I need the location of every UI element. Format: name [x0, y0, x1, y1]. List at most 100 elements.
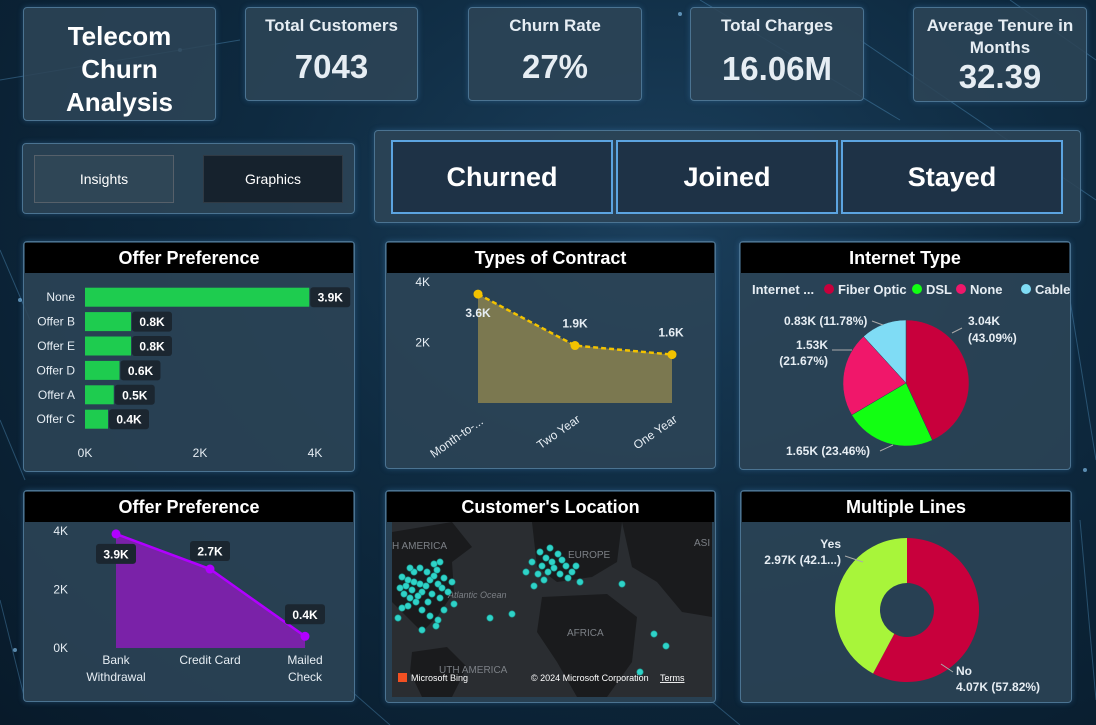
slice-label: 0.83K (11.78%) [784, 314, 867, 328]
customer-location-panel: Customer's Location H AMERICA EUROPE Atlan… [385, 490, 716, 703]
bar [85, 409, 108, 429]
customer-location-dot [406, 594, 414, 602]
customer-location-dot [394, 614, 402, 622]
kpi-value: 16.06M [721, 50, 833, 87]
y-tick-label: 2K [415, 336, 430, 350]
customer-location-dot [404, 602, 412, 610]
bar-category-label: Offer A [38, 388, 75, 402]
customer-location-dot [406, 564, 414, 572]
dashboard-title: Telecom Churn Analysis [24, 20, 215, 119]
data-point [205, 564, 215, 574]
customer-location-dot [398, 604, 406, 612]
data-label: 1.9K [562, 317, 588, 331]
customer-location-dot [402, 582, 410, 590]
customer-location-dot [530, 582, 538, 590]
offer-preference-bar-chart: None 3.9K Offer B 0.8K Offer E 0.8K Offer D 0.6… [37, 287, 351, 460]
customer-location-dot [440, 574, 448, 582]
customer-location-dot [424, 598, 432, 606]
customer-location-dot [662, 642, 670, 650]
customer-location-dot [568, 568, 576, 576]
bar-category-label: Offer D [37, 363, 76, 377]
x-category-label: Mailed [287, 653, 322, 667]
panel-title: Offer Preference [25, 492, 353, 522]
customer-location-dot [448, 578, 456, 586]
customer-location-dot [548, 558, 556, 566]
kpi-total-charges: Total Charges 16.06M [690, 7, 864, 101]
bar [85, 385, 114, 405]
stayed-button[interactable]: Stayed [841, 140, 1063, 214]
slice-label: 1.53K [796, 338, 828, 352]
customer-location-dot [396, 584, 404, 592]
customer-location-dot [576, 578, 584, 586]
customer-location-dot [422, 582, 430, 590]
data-point [111, 529, 121, 539]
customer-location-dot [398, 573, 406, 581]
offer-preference-bar-panel: Offer Preference None 3.9K Offer B 0.8K Offe… [23, 241, 355, 472]
y-tick-label: 4K [53, 524, 68, 538]
legend-swatch [956, 284, 966, 294]
insights-button[interactable]: Insights [34, 155, 174, 203]
legend-title: Internet ... [752, 282, 814, 297]
data-label: 1.6K [658, 326, 684, 340]
multiple-lines-panel: Multiple Lines Yes 2.97K (42.1...) No 4.07K… [740, 490, 1072, 703]
x-category-label: Withdrawal [86, 670, 145, 684]
data-point [473, 289, 483, 299]
slice-label: 4.07K (57.82%) [956, 680, 1040, 694]
bar-data-label: 0.8K [139, 340, 165, 354]
map-region-label: Atlantic Ocean [447, 590, 507, 600]
bar [85, 336, 131, 356]
x-category-label: Month-to-... [427, 414, 485, 461]
customer-location-dot [433, 566, 441, 574]
bar-category-label: Offer B [37, 315, 75, 329]
customer-location-dot [650, 630, 658, 638]
customer-location-dot [412, 598, 420, 606]
customer-location-dot [544, 568, 552, 576]
slice-label: 2.97K (42.1...) [764, 553, 841, 567]
customer-location-dot [438, 584, 446, 592]
y-tick-label: 2K [53, 583, 68, 597]
bing-logo [398, 673, 407, 682]
kpi-churn-rate: Churn Rate 27% [468, 7, 642, 101]
data-point [667, 350, 677, 360]
bar-category-label: Offer C [37, 412, 76, 426]
kpi-value: 7043 [294, 48, 369, 85]
joined-button[interactable]: Joined [616, 140, 838, 214]
kpi-total-customers: Total Customers 7043 [245, 7, 418, 101]
data-label: 3.9K [103, 547, 129, 561]
customer-location-dot [436, 594, 444, 602]
bar [85, 287, 310, 307]
map-terms-link[interactable]: Terms [660, 673, 685, 683]
slice-label-pct: (43.09%) [968, 331, 1017, 345]
bing-attribution: Microsoft Bing [411, 673, 468, 683]
x-category-label: One Year [631, 412, 680, 452]
customer-location-dot [400, 590, 408, 598]
data-label: 3.6K [465, 306, 491, 320]
y-tick-label: 0K [53, 641, 68, 655]
graphics-button[interactable]: Graphics [203, 155, 343, 203]
customer-location-dot [404, 576, 412, 584]
customer-location-dot [528, 558, 536, 566]
title-line: Churn [81, 54, 158, 84]
x-tick-label: 4K [308, 446, 323, 460]
customer-location-dot [416, 564, 424, 572]
customer-location-dot [440, 606, 448, 614]
customer-location-dot [550, 564, 558, 572]
churned-button[interactable]: Churned [391, 140, 613, 214]
customer-location-map[interactable]: H AMERICAEUROPEAtlantic OceanAFRICAASIUT… [392, 522, 712, 697]
map-region-label: AFRICA [567, 628, 604, 639]
legend-swatch [912, 284, 922, 294]
customer-location-dot [562, 562, 570, 570]
customer-location-dot [430, 572, 438, 580]
data-label: 2.7K [197, 545, 223, 559]
customer-location-dot [522, 568, 530, 576]
bar-data-label: 0.4K [116, 413, 142, 427]
kpi-value: 27% [521, 48, 589, 85]
customer-location-dot [428, 590, 436, 598]
panel-title: Internet Type [741, 243, 1069, 273]
customer-location-dot [418, 606, 426, 614]
map-region-label: ASI [694, 538, 710, 549]
data-point [300, 631, 310, 641]
customer-location-dot [572, 562, 580, 570]
types-of-contract-panel: Types of Contract 4K 2K 3.6K 1.9K 1.6K Month-… [385, 241, 716, 469]
map-region-label: H AMERICA [392, 541, 447, 552]
